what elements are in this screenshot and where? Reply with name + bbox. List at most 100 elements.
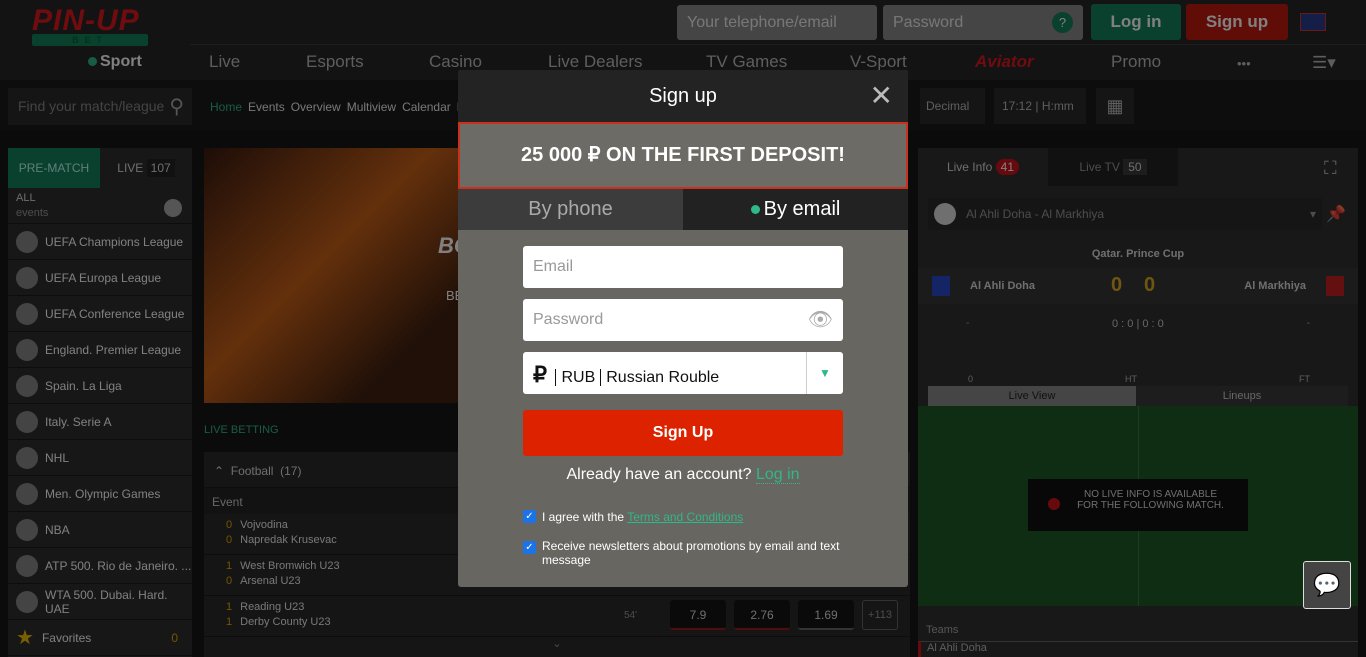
home-score: 1 [226, 601, 233, 613]
promo-banner[interactable]: BO BE [204, 148, 471, 403]
agree-text: I agree with the [542, 510, 625, 524]
password-field[interactable]: Password 👁 [523, 299, 843, 341]
home-score: 0 [226, 519, 233, 531]
tab-lineups[interactable]: Lineups [1136, 386, 1348, 406]
active-dot-icon [750, 205, 760, 215]
chevron-down-icon[interactable]: ▼ [806, 352, 843, 394]
modal-header: Sign up ✕ [458, 70, 908, 122]
nav-promo[interactable]: Promo [1111, 52, 1161, 72]
user-menu-icon[interactable]: ☰▾ [1312, 53, 1336, 73]
nav-v-sport[interactable]: V-Sport [850, 52, 907, 72]
sidebar-item[interactable]: UEFA Conference League [8, 296, 192, 332]
terms-link[interactable]: Terms and Conditions [627, 510, 743, 524]
tab-by-phone[interactable]: By phone [458, 189, 683, 230]
tab-live-tv[interactable]: Live TV 50 [1048, 148, 1178, 186]
newsletter-checkbox[interactable]: ✓ [523, 541, 536, 554]
league-icon [16, 302, 38, 325]
crumb-calendar[interactable]: Calendar [402, 100, 451, 114]
nav-tv-games[interactable]: TV Games [706, 52, 787, 72]
match-search-input[interactable]: Find your match/league ⚲ [8, 88, 192, 125]
more-markets-button[interactable]: +113 [862, 600, 898, 630]
sidebar-item[interactable]: UEFA Champions League [8, 224, 192, 260]
sidebar-item[interactable]: Men. Olympic Games [8, 476, 192, 512]
deposit-promo: 25 000 ₽ ON THE FIRST DEPOSIT! [458, 122, 908, 189]
password-input[interactable]: Password? [883, 5, 1083, 40]
nav-live-dealers[interactable]: Live Dealers [548, 52, 643, 72]
teams-heading: Teams [926, 624, 959, 636]
timeline-ht: HT [1125, 374, 1137, 384]
sidebar-item-favorites[interactable]: ★ Favorites 0 [8, 620, 192, 656]
email-field[interactable]: Email [523, 246, 843, 288]
eye-icon[interactable]: 👁 [808, 307, 833, 332]
all-events-toggle[interactable]: ALL events [8, 188, 192, 224]
more-icon[interactable]: ••• [1237, 56, 1251, 71]
league-icon [16, 266, 38, 289]
tab-live-view[interactable]: Live View [928, 386, 1136, 406]
sport-group-label: Football [230, 464, 274, 478]
odds-button[interactable]: 7.9 [670, 600, 726, 630]
league-icon [16, 518, 38, 541]
sport-link[interactable]: Sport [88, 53, 142, 71]
sidebar-item[interactable]: WTA 500. Dubai. Hard. UAE [8, 584, 192, 620]
home-team: Al Ahli Doha [970, 280, 1035, 292]
tab-live-info[interactable]: Live Info 41 [918, 148, 1048, 186]
tab-by-email[interactable]: By email [683, 189, 908, 230]
uk-flag-icon[interactable] [1300, 13, 1326, 31]
nav-aviator[interactable]: Aviator [975, 52, 1034, 72]
sport-label: Sport [100, 53, 142, 70]
search-icon: ⚲ [169, 96, 184, 118]
time-format-select[interactable]: 17:12 | H:mm [994, 88, 1086, 124]
nav-casino[interactable]: Casino [429, 52, 482, 72]
currency-select[interactable]: ₽ RUB Russian Rouble ▼ [523, 352, 843, 394]
calculator-icon[interactable]: ▦ [1096, 88, 1134, 124]
odds-format-select[interactable]: Decimal [920, 88, 985, 124]
sidebar-item-label: Spain. La Liga [45, 378, 122, 393]
nav-esports[interactable]: Esports [306, 52, 364, 72]
no-info-message: NO LIVE INFO IS AVAILABLE FOR THE FOLLOW… [1028, 479, 1248, 531]
login-link[interactable]: Log in [755, 466, 800, 484]
crumb-overview[interactable]: Overview [291, 100, 341, 114]
expand-chevron-icon[interactable]: ⌄ [204, 637, 910, 650]
odds-button[interactable]: 1.69 [798, 600, 854, 630]
sidebar-item[interactable]: UEFA Europa League [8, 260, 192, 296]
tab-live[interactable]: LIVE 107 [100, 148, 192, 188]
table-row[interactable]: 1 Reading U23 1 Derby County U23 54' 7.9 2.76 1… [204, 596, 910, 637]
logo[interactable]: PIN-UP BET [32, 4, 148, 46]
away-team: Al Markhiya [1244, 280, 1306, 292]
signup-submit-button[interactable]: Sign Up [523, 410, 843, 456]
signup-button[interactable]: Sign up [1186, 4, 1288, 40]
odds-button[interactable]: 2.76 [734, 600, 790, 630]
sidebar-item[interactable]: NBA [8, 512, 192, 548]
sidebar-item[interactable]: NHL [8, 440, 192, 476]
crumb-events[interactable]: Events [248, 100, 285, 114]
fullscreen-icon[interactable]: ⛶ [1324, 158, 1337, 179]
tab-live-label: LIVE [117, 161, 144, 175]
nav-live[interactable]: Live [209, 52, 240, 72]
match-select[interactable]: Al Ahli Doha - Al Markhiya ▾ [928, 198, 1322, 230]
close-icon[interactable]: ✕ [870, 70, 893, 122]
chat-icon[interactable]: 💬 [1303, 561, 1351, 609]
terms-checkbox[interactable]: ✓ [523, 510, 536, 523]
sidebar-item[interactable]: Spain. La Liga [8, 368, 192, 404]
tab-prematch[interactable]: PRE-MATCH [8, 148, 100, 188]
league-icon [16, 446, 38, 469]
pin-icon[interactable]: 📌 [1326, 204, 1346, 224]
help-icon[interactable]: ? [1052, 12, 1073, 33]
match-name: Al Ahli Doha - Al Markhiya [966, 207, 1105, 221]
signup-modal: Sign up ✕ 25 000 ₽ ON THE FIRST DEPOSIT! … [458, 70, 908, 587]
login-button[interactable]: Log in [1091, 4, 1181, 40]
sidebar-item[interactable]: Italy. Serie A [8, 404, 192, 440]
live-tv-count: 50 [1123, 159, 1147, 175]
no-info-text: NO LIVE INFO IS AVAILABLE FOR THE FOLLOW… [1077, 489, 1224, 511]
league-icon [16, 482, 38, 505]
crumb-multiview[interactable]: Multiview [347, 100, 396, 114]
sidebar-item[interactable]: ATP 500. Rio de Janeiro. ... [8, 548, 192, 584]
crumb-home[interactable]: Home [210, 100, 242, 114]
phone-email-input[interactable]: Your telephone/email [677, 5, 877, 40]
league-icon [16, 590, 38, 613]
home-score: 1 [226, 560, 233, 572]
toggle-knob[interactable] [164, 199, 182, 217]
away-score: 1 [226, 616, 233, 628]
sidebar-item[interactable]: England. Premier League [8, 332, 192, 368]
have-account-line: Already have an account? Log in [458, 466, 908, 484]
